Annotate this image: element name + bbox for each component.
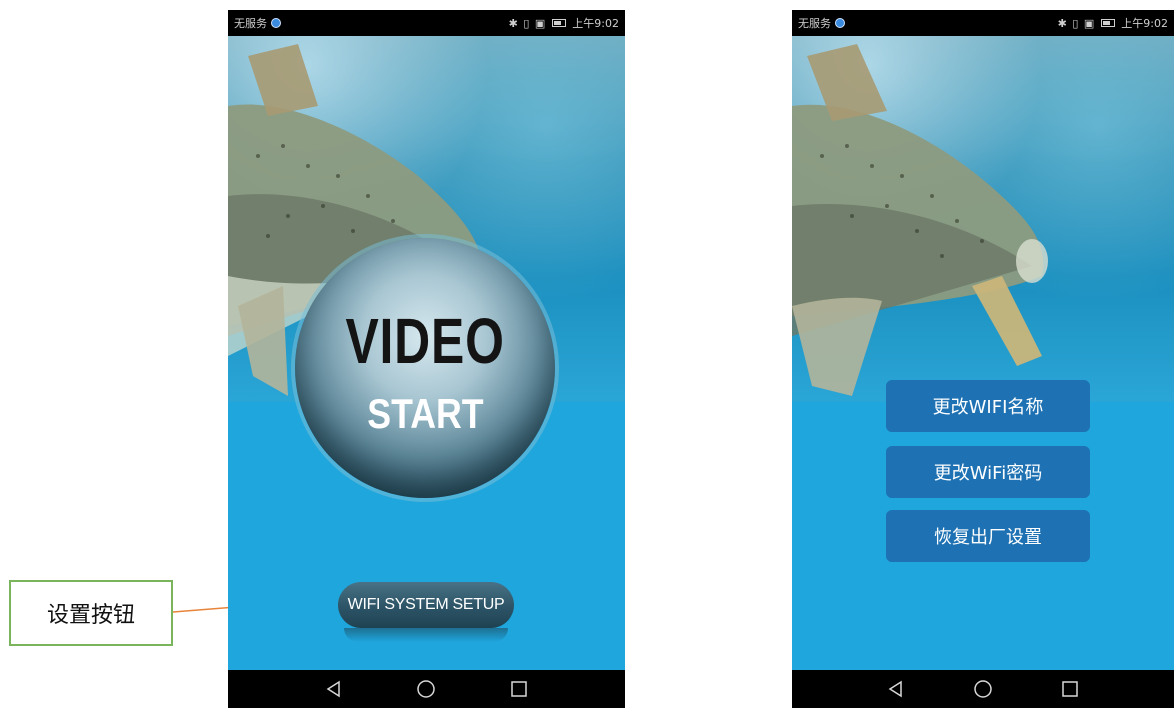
- navigation-bar: [228, 670, 625, 708]
- battery-icon: [552, 19, 567, 27]
- wifi-system-setup-button[interactable]: WIFI SYSTEM SETUP: [338, 582, 514, 628]
- callout-label: 设置按钮: [9, 580, 173, 646]
- carrier-text: 无服务: [234, 17, 267, 30]
- back-triangle-icon[interactable]: [884, 677, 908, 701]
- figure: 设置按钮 无服务 ✱ ▯ ▣ 上午9:02 VIDEO START WIFI S…: [0, 0, 1174, 708]
- start-label: START: [366, 390, 484, 437]
- change-wifi-name-button[interactable]: 更改WIFI名称: [886, 380, 1090, 432]
- time-text: 上午9:02: [572, 17, 619, 30]
- battery-icon: [1101, 19, 1116, 27]
- left-phone-screen: 无服务 ✱ ▯ ▣ 上午9:02 VIDEO START WIFI SYSTEM…: [228, 10, 625, 708]
- factory-reset-button[interactable]: 恢复出厂设置: [886, 510, 1090, 562]
- status-bar: 无服务 ✱ ▯ ▣ 上午9:02: [228, 10, 625, 36]
- notification-icon: [835, 18, 845, 28]
- status-icons: ✱ ▯ ▣: [508, 16, 547, 30]
- status-icons: ✱ ▯ ▣: [1057, 16, 1096, 30]
- back-triangle-icon[interactable]: [322, 677, 346, 701]
- recents-square-icon[interactable]: [507, 677, 531, 701]
- home-circle-icon[interactable]: [414, 677, 438, 701]
- notification-icon: [271, 18, 281, 28]
- carrier-text: 无服务: [798, 17, 831, 30]
- home-circle-icon[interactable]: [971, 677, 995, 701]
- status-bar: 无服务 ✱ ▯ ▣ 上午9:02: [792, 10, 1174, 36]
- right-phone-screen: 无服务 ✱ ▯ ▣ 上午9:02 更改WIFI名称 更改WiFi密码 恢复出厂设…: [792, 10, 1174, 708]
- time-text: 上午9:02: [1121, 17, 1168, 30]
- button-reflection: [344, 628, 508, 642]
- video-label: VIDEO: [345, 305, 505, 377]
- change-wifi-password-button[interactable]: 更改WiFi密码: [886, 446, 1090, 498]
- recents-square-icon[interactable]: [1058, 677, 1082, 701]
- navigation-bar: [792, 670, 1174, 708]
- fish-background-image: [792, 36, 1174, 402]
- video-start-button[interactable]: VIDEO START: [295, 238, 555, 498]
